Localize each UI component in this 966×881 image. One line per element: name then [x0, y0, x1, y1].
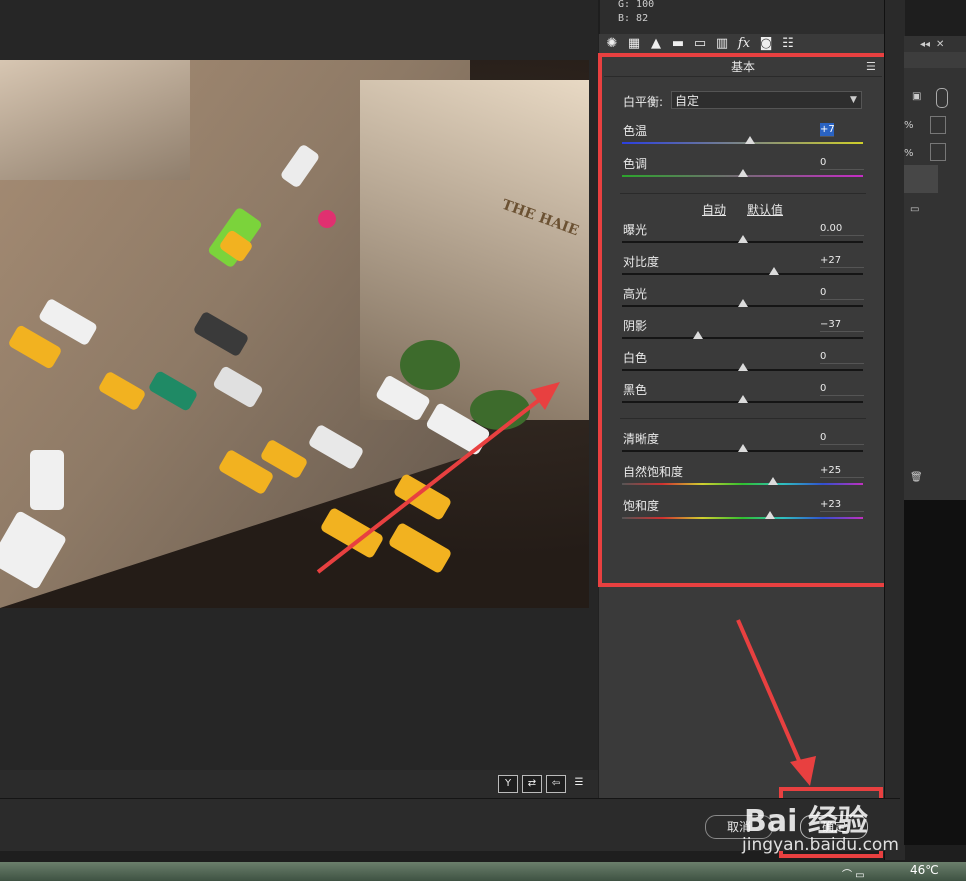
arrowhead: [790, 756, 816, 786]
annotation-arrows: [316, 382, 816, 786]
arrow-to-photo: [316, 391, 550, 574]
arrow-to-ok: [736, 619, 806, 773]
